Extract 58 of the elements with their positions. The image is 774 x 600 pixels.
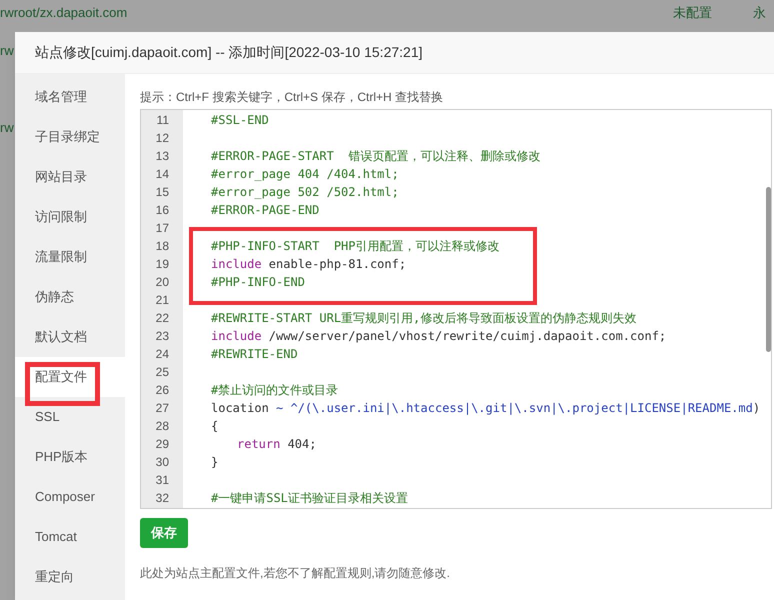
sidebar-item[interactable]: PHP版本 (15, 437, 125, 477)
line-number: 24 (154, 346, 170, 363)
line-number: 21 (154, 292, 170, 309)
line-number: 28 (154, 418, 170, 435)
code-line: include /www/server/panel/vhost/rewrite/cuimj.dapaoit.com.conf; (211, 328, 668, 345)
line-number: 13 (154, 148, 170, 165)
sidebar-item[interactable]: Tomcat (15, 517, 125, 557)
line-number: 11 (156, 112, 170, 129)
code-line: #一键申请SSL证书验证目录相关设置 (211, 490, 409, 507)
line-number: 22 (154, 310, 170, 327)
sidebar-item[interactable]: 访问限制 (15, 197, 125, 237)
code-line: #PHP-INFO-START PHP引用配置，可以注释或修改 (211, 238, 500, 255)
expiry-text: 永 (753, 4, 766, 22)
line-number: 29 (154, 436, 170, 453)
line-number: 14 (154, 166, 170, 183)
hint-text: 提示：Ctrl+F 搜索关键字，Ctrl+S 保存，Ctrl+H 查找替换 (140, 89, 444, 105)
line-number: 16 (154, 202, 170, 219)
sidebar-item[interactable]: 域名管理 (15, 77, 125, 117)
code-line: #禁止访问的文件或目录 (211, 382, 340, 399)
code-line: #PHP-INFO-END (211, 274, 306, 291)
code-line: #REWRITE-START URL重写规则引用,修改后将导致面板设置的伪静态规则失效 (211, 310, 638, 327)
dialog-title: 站点修改[cuimj.dapaoit.com] -- 添加时间[2022-03-10 15:27:21] (35, 43, 422, 62)
code-line: #ERROR-PAGE-END (211, 202, 320, 219)
sidebar-item[interactable]: 子目录绑定 (15, 117, 125, 157)
code-line: } (211, 454, 220, 471)
code-line: include enable-php-81.conf; (211, 256, 408, 273)
code-line: #error_page 404 /404.html; (211, 166, 400, 183)
code-line: location ~ ^/(\.user.ini|\.htaccess|\.git|\.svn|\.project|LICENSE|README.md) (211, 400, 762, 417)
line-number: 15 (154, 184, 170, 201)
code-line: return 404; (236, 436, 318, 453)
line-number: 20 (154, 274, 170, 291)
code-line: #SSL-END (211, 112, 270, 129)
note-text: 此处为站点主配置文件,若您不了解配置规则,请勿随意修改. (140, 565, 450, 582)
line-number: 27 (154, 400, 170, 417)
line-number: 18 (154, 238, 170, 255)
code-line: #REWRITE-END (211, 346, 299, 363)
line-number: 32 (154, 490, 170, 507)
code-line: #ERROR-PAGE-START 错误页配置，可以注释、删除或修改 (211, 148, 542, 165)
status-text: 未配置 (673, 4, 712, 22)
sidebar-item[interactable]: 重定向 (15, 557, 125, 597)
line-number: 26 (154, 382, 170, 399)
line-number: 31 (154, 472, 170, 489)
sidebar-item[interactable]: 伪静态 (15, 277, 125, 317)
line-number: 23 (154, 328, 170, 345)
sidebar-item[interactable]: 流量限制 (15, 237, 125, 277)
code-line: { (211, 418, 220, 435)
sidebar-item[interactable]: 默认文档 (15, 317, 125, 357)
sidebar-item[interactable]: SSL (15, 397, 125, 437)
line-number: 19 (154, 256, 170, 273)
line-number: 12 (154, 130, 170, 147)
sidebar-item[interactable]: Composer (15, 477, 125, 517)
code-editor[interactable] (140, 109, 772, 509)
code-line: #error_page 502 /502.html; (211, 184, 400, 201)
scrollbar-thumb[interactable] (766, 187, 771, 352)
line-number: 25 (154, 364, 170, 381)
line-number: 17 (154, 220, 170, 237)
line-number: 30 (154, 454, 170, 471)
sidebar-item[interactable]: 网站目录 (15, 157, 125, 197)
